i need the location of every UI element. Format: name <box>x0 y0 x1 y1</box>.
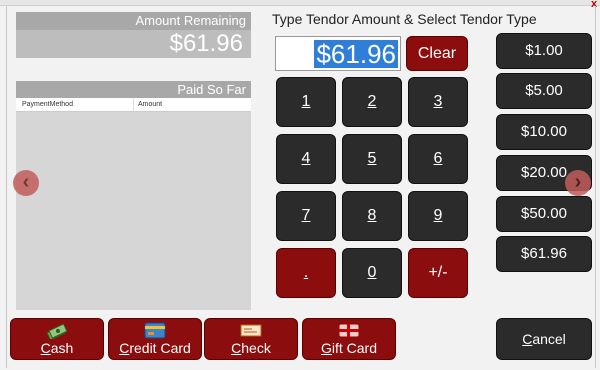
credit-card-label: Credit Card <box>119 340 191 356</box>
previous-arrow-icon[interactable]: ‹ <box>13 170 39 196</box>
amount-remaining-value: $61.96 <box>16 30 251 58</box>
key-3[interactable]: 3 <box>408 77 468 127</box>
column-header-payment-method[interactable]: PaymentMethod <box>16 98 134 111</box>
tender-button-10[interactable]: $10.00 <box>496 114 592 150</box>
gift-card-button[interactable]: Gift Card <box>302 318 396 360</box>
credit-card-icon <box>144 322 166 339</box>
check-icon <box>240 322 262 339</box>
cancel-button[interactable]: Cancel <box>496 318 592 360</box>
key-plus-minus[interactable]: +/- <box>408 248 468 298</box>
tender-button-5[interactable]: $5.00 <box>496 73 592 109</box>
tender-amount-input[interactable]: $61.96 <box>275 36 401 71</box>
tender-amount-value: $61.96 <box>314 39 398 69</box>
entry-title: Type Tendor Amount & Select Tendor Type <box>272 11 537 27</box>
next-arrow-icon[interactable]: › <box>565 170 591 196</box>
paid-so-far-panel: Paid So Far PaymentMethod Amount <box>16 81 251 310</box>
tender-button-50[interactable]: $50.00 <box>496 196 592 232</box>
paid-so-far-label: Paid So Far <box>16 81 251 98</box>
gift-card-label: Gift Card <box>320 340 377 356</box>
column-header-amount[interactable]: Amount <box>134 98 251 111</box>
key-decimal[interactable]: . <box>276 248 336 298</box>
key-8[interactable]: 8 <box>342 191 402 241</box>
cash-label: Cash <box>40 340 74 356</box>
tender-button-exact[interactable]: $61.96 <box>496 236 592 272</box>
key-2[interactable]: 2 <box>342 77 402 127</box>
key-9[interactable]: 9 <box>408 191 468 241</box>
check-button[interactable]: Check <box>204 318 298 360</box>
key-6[interactable]: 6 <box>408 134 468 184</box>
key-7[interactable]: 7 <box>276 191 336 241</box>
gift-card-icon <box>338 322 360 339</box>
cancel-label-rest: ancel <box>532 331 566 347</box>
paid-table-header: PaymentMethod Amount <box>16 98 251 112</box>
tender-button-1[interactable]: $1.00 <box>496 33 592 69</box>
credit-card-button[interactable]: Credit Card <box>108 318 202 360</box>
key-1[interactable]: 1 <box>276 77 336 127</box>
cash-icon <box>46 322 68 341</box>
amount-remaining-label: Amount Remaining <box>16 12 251 30</box>
cancel-mnemonic: C <box>522 331 533 347</box>
key-4[interactable]: 4 <box>276 134 336 184</box>
clear-button[interactable]: Clear <box>406 36 468 71</box>
key-0[interactable]: 0 <box>342 248 402 298</box>
check-label: Check <box>231 340 271 356</box>
cash-button[interactable]: Cash <box>10 318 104 360</box>
key-5[interactable]: 5 <box>342 134 402 184</box>
